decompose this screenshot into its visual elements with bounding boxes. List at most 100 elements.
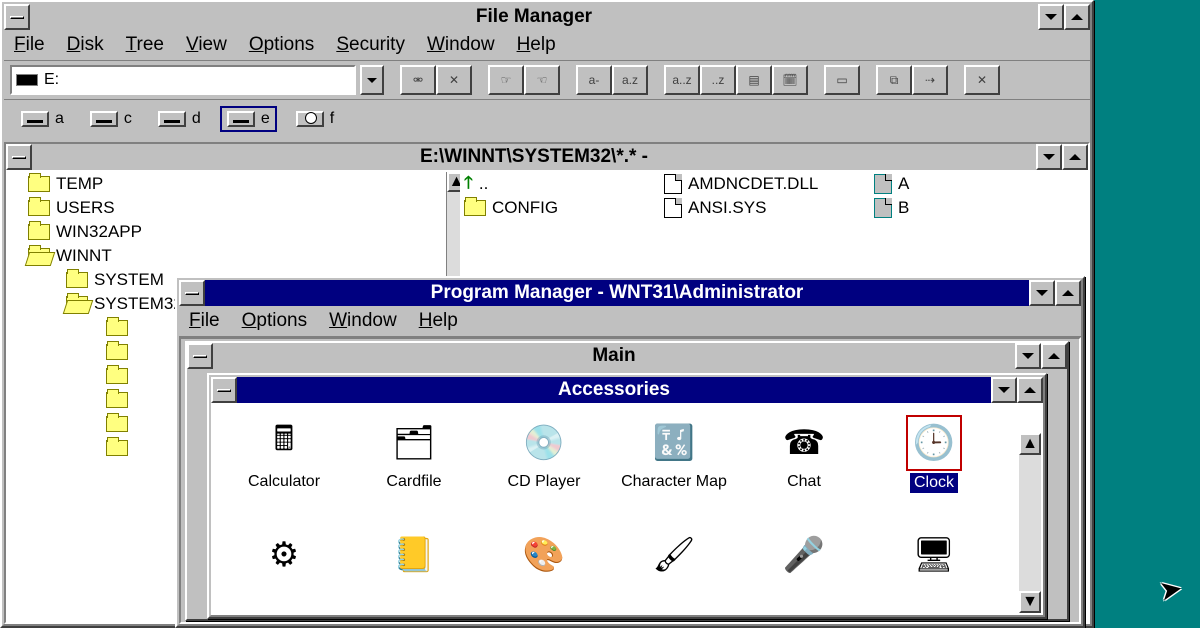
app-unknown[interactable]: 🎤 (739, 531, 869, 579)
menu-window[interactable]: Window (427, 34, 495, 56)
file-manager-toolbar: E: ⚮ ✕ ☞ ☜ a- a.z a..z ..z ▤ (4, 61, 1090, 100)
program-manager-window: Program Manager - WNT31\Administrator Fi… (175, 276, 1085, 628)
app-chat[interactable]: ☎ Chat (739, 419, 869, 493)
folder-icon (106, 440, 128, 456)
window-title: Program Manager - WNT31\Administrator (205, 280, 1029, 306)
minimize-button[interactable] (1015, 343, 1041, 369)
app-unknown[interactable]: 🎨 (479, 531, 609, 579)
tool-view-names[interactable]: a- (576, 65, 612, 95)
menu-options[interactable]: Options (242, 310, 307, 332)
app-icon: 🎨 (520, 531, 568, 579)
tool-sort-name[interactable]: a..z (664, 65, 700, 95)
mouse-cursor-icon: ➤ (1156, 571, 1185, 608)
maximize-button[interactable] (1017, 377, 1043, 403)
menu-security[interactable]: Security (336, 34, 405, 56)
menu-options[interactable]: Options (249, 34, 314, 56)
minimize-button[interactable] (991, 377, 1017, 403)
child-system-menu[interactable] (6, 144, 32, 170)
folder-open-icon (28, 248, 50, 264)
up-directory-icon[interactable]: 🡑 (464, 170, 473, 199)
menu-disk[interactable]: Disk (67, 34, 104, 56)
file-manager-titlebar[interactable]: File Manager (4, 4, 1090, 30)
tree-node[interactable]: SYSTEM (94, 270, 164, 290)
app-cd-player[interactable]: 💿 CD Player (479, 419, 609, 493)
folder-icon (464, 200, 486, 216)
drive-combo-value: E: (44, 71, 59, 89)
drive-a[interactable]: a (14, 106, 71, 132)
drive-combo-dropdown[interactable] (360, 65, 384, 95)
directory-window-titlebar[interactable]: E:\WINNT\SYSTEM32\*.* - (6, 144, 1088, 170)
drive-f[interactable]: f (289, 106, 341, 132)
tool-disconnect-drive[interactable]: ✕ (436, 65, 472, 95)
app-unknown[interactable]: 📒 (349, 531, 479, 579)
file-manager-menubar: File Disk Tree View Options Security Win… (4, 30, 1090, 61)
maximize-button[interactable] (1041, 343, 1067, 369)
maximize-button[interactable] (1064, 4, 1090, 30)
app-character-map[interactable]: 🔣 Character Map (609, 419, 739, 493)
menu-help[interactable]: Help (517, 34, 556, 56)
program-manager-menubar: File Options Window Help (179, 306, 1081, 337)
list-item[interactable]: A (898, 174, 909, 194)
tool-move[interactable]: ⇢ (912, 65, 948, 95)
tree-node[interactable]: USERS (56, 198, 115, 218)
menu-file[interactable]: File (189, 310, 220, 332)
phone-icon: ☎ (780, 419, 828, 467)
main-group-titlebar[interactable]: Main (187, 343, 1067, 369)
list-item[interactable]: ANSI.SYS (688, 198, 766, 218)
tool-copy[interactable]: ⧉ (876, 65, 912, 95)
scroll-up-icon[interactable]: ▲ (1019, 433, 1041, 455)
list-item[interactable]: AMDNCDET.DLL (688, 174, 818, 194)
system-menu-button[interactable] (187, 343, 213, 369)
minimize-button[interactable] (1038, 4, 1064, 30)
app-unknown[interactable]: 🖥 (869, 531, 999, 579)
tool-sort-type[interactable]: ..z (700, 65, 736, 95)
app-cardfile[interactable]: 🗂 Cardfile (349, 419, 479, 493)
drive-combo[interactable]: E: (10, 65, 356, 95)
system-menu-button[interactable] (4, 4, 30, 30)
folder-icon (106, 392, 128, 408)
menu-window[interactable]: Window (329, 310, 397, 332)
menu-help[interactable]: Help (419, 310, 458, 332)
tool-stop-share[interactable]: ☜ (524, 65, 560, 95)
tool-delete[interactable]: ✕ (964, 65, 1000, 95)
tree-node[interactable]: WIN32APP (56, 222, 142, 242)
program-icon-grid: 🖩 Calculator 🗂 Cardfile 💿 CD Player (211, 403, 1043, 497)
tool-sort-date[interactable]: 🗓 (772, 65, 808, 95)
maximize-button[interactable] (1055, 280, 1081, 306)
drive-d[interactable]: d (151, 106, 208, 132)
tree-node[interactable]: SYSTEM32 (94, 294, 183, 314)
file-icon (874, 174, 892, 194)
app-unknown[interactable]: ⚙ (219, 531, 349, 579)
folder-icon (28, 176, 50, 192)
app-clock[interactable]: 🕒 Clock (869, 419, 999, 493)
microphone-icon: 🎤 (780, 531, 828, 579)
tool-share[interactable]: ☞ (488, 65, 524, 95)
system-menu-button[interactable] (211, 377, 237, 403)
tool-new-window[interactable]: ▭ (824, 65, 860, 95)
app-unknown[interactable]: 🖌 (609, 531, 739, 579)
drive-c[interactable]: c (83, 106, 139, 132)
menu-view[interactable]: View (186, 34, 227, 56)
menu-file[interactable]: File (14, 34, 45, 56)
tree-node[interactable]: TEMP (56, 174, 103, 194)
folder-open-icon (66, 296, 88, 312)
tool-view-details[interactable]: a.z (612, 65, 648, 95)
character-map-icon: 🔣 (650, 419, 698, 467)
drive-e[interactable]: e (220, 106, 277, 132)
menu-tree[interactable]: Tree (126, 34, 164, 56)
accessories-group-titlebar[interactable]: Accessories (211, 377, 1043, 403)
list-item[interactable]: B (898, 198, 909, 218)
minimize-button[interactable] (1029, 280, 1055, 306)
program-manager-titlebar[interactable]: Program Manager - WNT31\Administrator (179, 280, 1081, 306)
scroll-down-icon[interactable]: ▼ (1019, 591, 1041, 613)
child-minimize[interactable] (1036, 144, 1062, 170)
folder-icon (106, 320, 128, 336)
tool-connect-drive[interactable]: ⚮ (400, 65, 436, 95)
system-menu-button[interactable] (179, 280, 205, 306)
tree-node[interactable]: WINNT (56, 246, 112, 266)
tool-sort-size[interactable]: ▤ (736, 65, 772, 95)
child-maximize[interactable] (1062, 144, 1088, 170)
app-calculator[interactable]: 🖩 Calculator (219, 419, 349, 493)
list-item[interactable]: CONFIG (492, 198, 558, 218)
accessories-scrollbar[interactable]: ▲ ▼ (1019, 433, 1041, 613)
